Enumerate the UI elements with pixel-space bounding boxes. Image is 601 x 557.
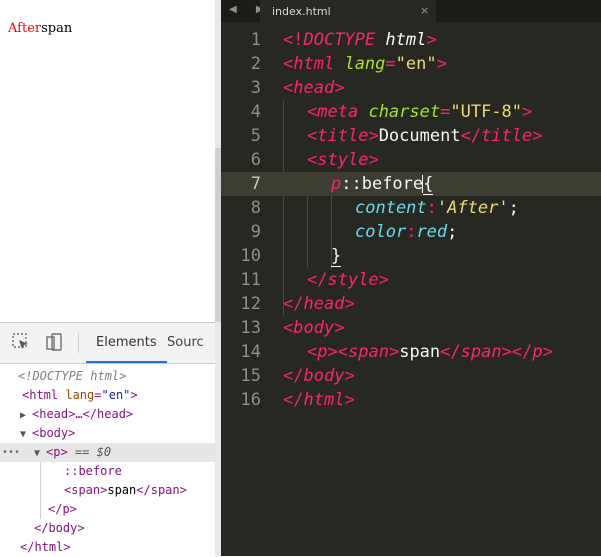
dom-tree: <!DOCTYPE html> <html lang="en"> ▶ <head>…	[0, 364, 215, 557]
rendered-paragraph: Afterspan	[8, 21, 72, 36]
dom-node-html[interactable]: <html lang="en">	[0, 386, 215, 405]
line-number: 5	[250, 126, 261, 146]
expand-arrow-icon[interactable]: ▶	[0, 406, 32, 425]
close-icon[interactable]: ×	[420, 4, 429, 17]
code-line[interactable]: 12 </head>	[221, 292, 601, 316]
dom-node-before-pseudo[interactable]: ::before	[0, 462, 215, 481]
code-line[interactable]: 16 </html>	[221, 388, 601, 412]
code-line[interactable]: 4 <meta charset="UTF-8">	[221, 100, 601, 124]
line-number: 10	[240, 246, 261, 266]
code-area[interactable]: 1 <!DOCTYPE html> 2 <html lang="en"> 3 <hea…	[221, 28, 601, 556]
code-line[interactable]: 1 <!DOCTYPE html>	[221, 28, 601, 52]
line-number: 15	[240, 366, 261, 386]
line-number: 4	[250, 102, 261, 122]
line-number: 16	[240, 390, 261, 410]
file-tab-index-html[interactable]: index.html ×	[260, 0, 436, 24]
rendered-span: span	[41, 21, 73, 36]
code-line[interactable]: 10}	[221, 244, 601, 268]
line-number: 9	[250, 222, 261, 242]
dom-node-span[interactable]: <span>span</span>	[0, 481, 215, 500]
tab-elements[interactable]: Elements	[86, 323, 167, 363]
tree-guide-line	[40, 462, 41, 519]
line-number: 12	[240, 294, 261, 314]
line-number: 7	[250, 174, 261, 194]
line-number: 11	[240, 270, 261, 290]
dom-node-head[interactable]: ▶ <head>…</head>	[0, 405, 215, 424]
tab-sources[interactable]: Sourc	[167, 323, 204, 363]
dom-node-body[interactable]: ▼ <body>	[0, 424, 215, 443]
collapse-arrow-icon[interactable]: ▼	[0, 425, 32, 444]
toolbar-divider	[78, 333, 79, 353]
more-options-icon[interactable]: •••	[2, 443, 20, 462]
inspect-element-icon[interactable]	[10, 331, 32, 353]
line-number: 8	[250, 198, 261, 218]
devtools-toolbar: Elements Sourc	[0, 323, 215, 364]
line-number: 14	[240, 342, 261, 362]
line-number: 13	[240, 318, 261, 338]
code-line[interactable]: 11 </style>	[221, 268, 601, 292]
rendered-before-content: After	[8, 21, 42, 36]
code-line[interactable]: 2 <html lang="en">	[221, 52, 601, 76]
device-toolbar-icon[interactable]	[43, 331, 65, 353]
browser-viewport: Afterspan	[0, 0, 215, 322]
code-line[interactable]: 5 <title>Document</title>	[221, 124, 601, 148]
dom-node-body-close[interactable]: </body>	[0, 519, 215, 538]
code-editor: ◀ ▶ index.html × 1 <!DOCTYPE html> 2 <html…	[221, 0, 601, 556]
code-line[interactable]: 8 content:'After';	[221, 196, 601, 220]
code-line[interactable]: 14 <p><span>span</span></p>	[221, 340, 601, 364]
dom-node-doctype[interactable]: <!DOCTYPE html>	[0, 367, 215, 386]
code-line[interactable]: 3 <head>	[221, 76, 601, 100]
code-line[interactable]: 9 color:red;	[221, 220, 601, 244]
line-number: 3	[250, 78, 261, 98]
code-line[interactable]: 13 <body>	[221, 316, 601, 340]
code-line[interactable]: 15 </body>	[221, 364, 601, 388]
editor-tabbar: ◀ ▶ index.html ×	[221, 0, 601, 24]
dom-node-p-close[interactable]: </p>	[0, 500, 215, 519]
devtools-panel: Elements Sourc <!DOCTYPE html> <html lan…	[0, 322, 215, 557]
code-line-current[interactable]: 7 p::before{	[221, 172, 601, 196]
line-number: 6	[250, 150, 261, 170]
dom-node-p-selected[interactable]: ••• ▼ <p> == $0	[0, 443, 215, 462]
file-tab-label: index.html	[272, 5, 331, 18]
line-number: 1	[250, 30, 261, 50]
dom-node-html-close[interactable]: </html>	[0, 538, 215, 557]
code-line[interactable]: 6 <style>	[221, 148, 601, 172]
line-number: 2	[250, 54, 261, 74]
